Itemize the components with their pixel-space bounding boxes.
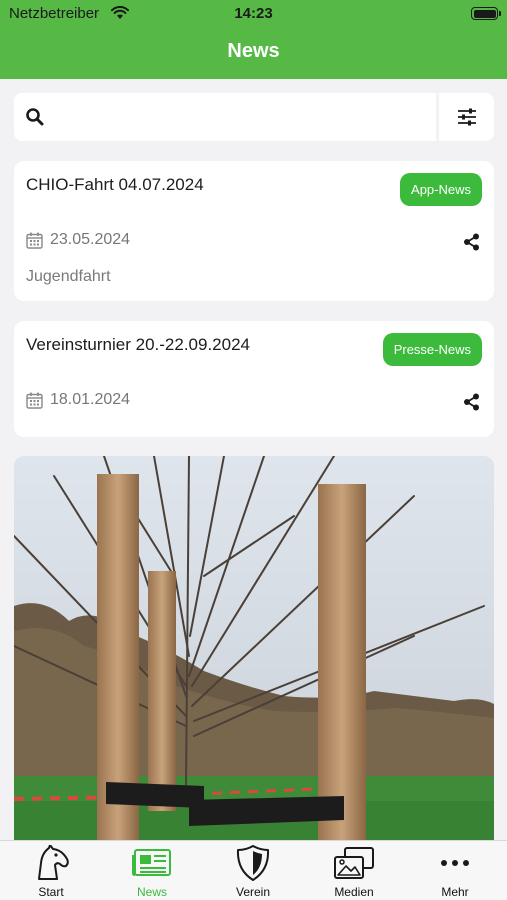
share-icon[interactable] [463, 393, 480, 411]
share-icon[interactable] [463, 233, 480, 251]
battery-icon [471, 7, 501, 20]
tab-label: Verein [235, 885, 271, 899]
search-input[interactable] [14, 93, 436, 141]
calendar-icon [26, 392, 43, 409]
news-card[interactable]: Vereinsturnier 20.-22.09.2024 Presse-New… [14, 321, 494, 437]
filter-button[interactable] [439, 93, 494, 141]
news-image-card[interactable] [14, 456, 494, 840]
tab-news[interactable]: News [102, 841, 202, 900]
news-subtitle: Jugendfahrt [26, 268, 111, 285]
more-dots-icon [441, 860, 469, 866]
status-bar: Netzbetreiber 14:23 [0, 0, 507, 28]
news-title: CHIO-Fahrt 04.07.2024 [26, 175, 204, 194]
calendar-icon [26, 232, 43, 249]
tab-label: Medien [334, 885, 374, 899]
news-category-badge: Presse-News [382, 333, 482, 366]
news-category-badge: App-News [400, 173, 482, 206]
tab-medien[interactable]: Medien [304, 841, 404, 900]
bottom-tab-bar: Start News Verein Medien Mehr [0, 840, 507, 900]
news-date-row: 23.05.2024 [26, 231, 130, 249]
sliders-icon [457, 108, 476, 126]
shield-icon [236, 845, 270, 881]
tab-mehr[interactable]: Mehr [405, 841, 505, 900]
horse-head-icon [38, 845, 69, 880]
app-header: Netzbetreiber 14:23 News [0, 0, 507, 79]
page-title: News [227, 40, 280, 62]
news-card[interactable]: CHIO-Fahrt 04.07.2024 App-News 23.05.202… [14, 161, 494, 301]
tab-label: Mehr [441, 885, 469, 899]
news-date: 23.05.2024 [50, 231, 131, 248]
tab-label: Start [38, 885, 64, 899]
tab-start[interactable]: Start [1, 841, 101, 900]
tab-verein[interactable]: Verein [203, 841, 303, 900]
news-title: Vereinsturnier 20.-22.09.2024 [26, 335, 250, 354]
images-icon [334, 847, 374, 879]
tab-label: News [136, 885, 167, 899]
search-icon [26, 108, 44, 126]
news-photo [14, 456, 494, 840]
news-date: 18.01.2024 [50, 391, 131, 408]
newspaper-icon [132, 849, 171, 876]
status-time: 14:23 [234, 5, 273, 22]
news-date-row: 18.01.2024 [26, 391, 130, 409]
